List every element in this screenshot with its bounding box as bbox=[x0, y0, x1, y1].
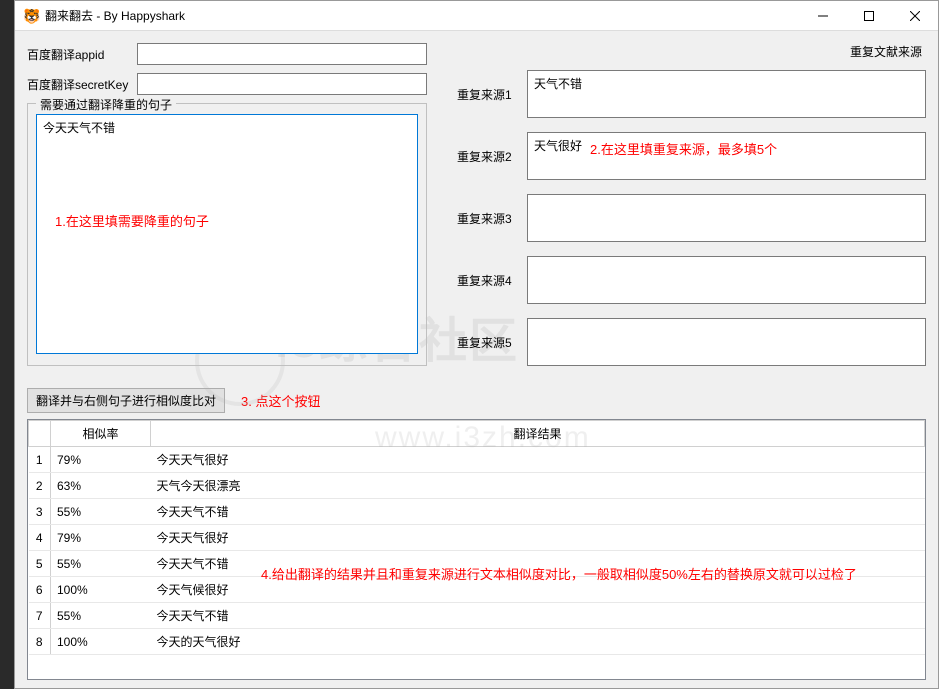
app-window: 🐯 翻来翻去 - By Happyshark i3综合社区 www.i3zh.c… bbox=[14, 0, 939, 689]
cell-result: 今天天气不错 bbox=[151, 499, 925, 525]
cell-result: 今天天气不错 bbox=[151, 603, 925, 629]
table-row[interactable]: 8100%今天的天气很好 bbox=[29, 629, 925, 655]
secret-label: 百度翻译secretKey bbox=[27, 76, 137, 93]
cell-similarity: 79% bbox=[51, 447, 151, 473]
table-row[interactable]: 479%今天天气很好 bbox=[29, 525, 925, 551]
results-table: 相似率 翻译结果 179%今天天气很好263%天气今天很漂亮355%今天天气不错… bbox=[28, 420, 925, 655]
annotation-3: 3. 点这个按钮 bbox=[241, 391, 320, 410]
source-input-3[interactable] bbox=[527, 194, 926, 242]
compare-button[interactable]: 翻译并与右侧句子进行相似度比对 bbox=[27, 388, 225, 413]
window-controls bbox=[800, 1, 938, 30]
external-sidebar bbox=[0, 0, 14, 689]
annotation-1: 1.在这里填需要降重的句子 bbox=[55, 211, 209, 230]
close-button[interactable] bbox=[892, 1, 938, 30]
cell-index: 5 bbox=[29, 551, 51, 577]
cell-similarity: 55% bbox=[51, 499, 151, 525]
cell-result: 天气今天很漂亮 bbox=[151, 473, 925, 499]
source-label: 重复来源5 bbox=[457, 334, 527, 351]
groupbox-title: 需要通过翻译降重的句子 bbox=[36, 96, 176, 113]
cell-similarity: 100% bbox=[51, 577, 151, 603]
cell-index: 7 bbox=[29, 603, 51, 629]
cell-similarity: 55% bbox=[51, 603, 151, 629]
secret-row: 百度翻译secretKey bbox=[27, 73, 427, 95]
right-column: 重复文献来源 重复来源1 重复来源2 重复来源3 重复来源4 重复来源5 bbox=[457, 43, 926, 380]
annotation-2: 2.在这里填重复来源，最多填5个 bbox=[590, 139, 777, 158]
cell-index: 2 bbox=[29, 473, 51, 499]
sentence-textarea[interactable] bbox=[36, 114, 418, 354]
source-row-1: 重复来源1 bbox=[457, 70, 926, 118]
table-row[interactable]: 355%今天天气不错 bbox=[29, 499, 925, 525]
appid-row: 百度翻译appid bbox=[27, 43, 427, 65]
table-row[interactable]: 755%今天天气不错 bbox=[29, 603, 925, 629]
app-icon: 🐯 bbox=[23, 8, 39, 24]
source-input-4[interactable] bbox=[527, 256, 926, 304]
cell-similarity: 79% bbox=[51, 525, 151, 551]
cell-similarity: 55% bbox=[51, 551, 151, 577]
cell-similarity: 100% bbox=[51, 629, 151, 655]
appid-label: 百度翻译appid bbox=[27, 46, 137, 63]
col-index[interactable] bbox=[29, 421, 51, 447]
col-result[interactable]: 翻译结果 bbox=[151, 421, 925, 447]
cell-similarity: 63% bbox=[51, 473, 151, 499]
source-input-1[interactable] bbox=[527, 70, 926, 118]
cell-index: 1 bbox=[29, 447, 51, 473]
source-label: 重复来源4 bbox=[457, 272, 527, 289]
source-label: 重复来源2 bbox=[457, 148, 527, 165]
source-label: 重复来源3 bbox=[457, 210, 527, 227]
cell-index: 8 bbox=[29, 629, 51, 655]
source-input-5[interactable] bbox=[527, 318, 926, 366]
content-area: i3综合社区 www.i3zh.com 1.在这里填需要降重的句子 2.在这里填… bbox=[15, 31, 938, 688]
table-row[interactable]: 263%天气今天很漂亮 bbox=[29, 473, 925, 499]
sources-header: 重复文献来源 bbox=[457, 43, 926, 60]
cell-index: 6 bbox=[29, 577, 51, 603]
cell-result: 今天天气很好 bbox=[151, 447, 925, 473]
cell-index: 3 bbox=[29, 499, 51, 525]
minimize-button[interactable] bbox=[800, 1, 846, 30]
source-row-3: 重复来源3 bbox=[457, 194, 926, 242]
secret-input[interactable] bbox=[137, 73, 427, 95]
results-table-wrap: 相似率 翻译结果 179%今天天气很好263%天气今天很漂亮355%今天天气不错… bbox=[27, 419, 926, 680]
annotation-4: 4.给出翻译的结果并且和重复来源进行文本相似度对比，一般取相似度50%左右的替换… bbox=[261, 565, 921, 586]
source-row-5: 重复来源5 bbox=[457, 318, 926, 366]
action-row: 翻译并与右侧句子进行相似度比对 3. 点这个按钮 bbox=[27, 388, 926, 413]
sentence-groupbox: 需要通过翻译降重的句子 bbox=[27, 103, 427, 366]
source-label: 重复来源1 bbox=[457, 86, 527, 103]
col-similarity[interactable]: 相似率 bbox=[51, 421, 151, 447]
source-row-4: 重复来源4 bbox=[457, 256, 926, 304]
cell-result: 今天的天气很好 bbox=[151, 629, 925, 655]
titlebar: 🐯 翻来翻去 - By Happyshark bbox=[15, 1, 938, 31]
table-row[interactable]: 179%今天天气很好 bbox=[29, 447, 925, 473]
window-title: 翻来翻去 - By Happyshark bbox=[45, 7, 800, 24]
appid-input[interactable] bbox=[137, 43, 427, 65]
cell-index: 4 bbox=[29, 525, 51, 551]
cell-result: 今天天气很好 bbox=[151, 525, 925, 551]
maximize-button[interactable] bbox=[846, 1, 892, 30]
